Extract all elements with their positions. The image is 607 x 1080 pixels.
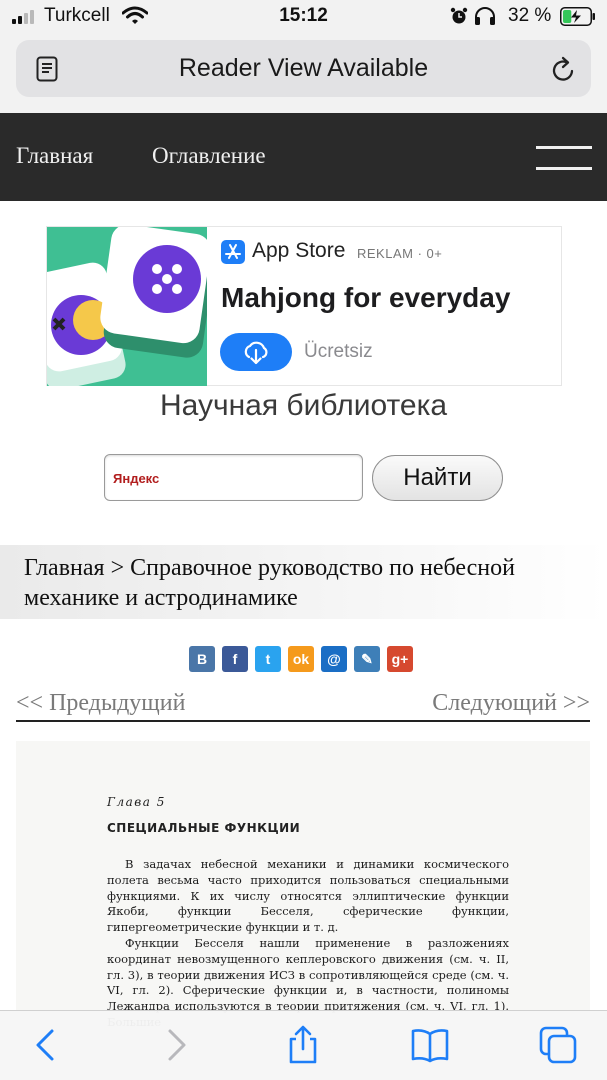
site-title: Научная библиотека [159, 389, 448, 422]
reload-icon[interactable] [551, 55, 577, 83]
ad-label: REKLAM · 0+ [357, 246, 443, 261]
headphones-icon [475, 7, 495, 25]
download-button[interactable] [220, 333, 292, 371]
scanned-book-page: Глава 5 СПЕЦИАЛЬНЫЕ ФУНКЦИИ В задачах не… [16, 741, 590, 1029]
facebook-icon[interactable]: f [222, 646, 248, 672]
bookmarks-icon[interactable] [410, 1025, 450, 1065]
breadcrumb: Главная > Справочное руководство по небе… [0, 545, 607, 619]
next-link[interactable]: Следующий >> [432, 690, 590, 717]
breadcrumb-text[interactable]: Главная > Справочное руководство по небе… [24, 553, 584, 613]
tabs-icon[interactable] [538, 1025, 578, 1065]
cloud-download-icon [244, 341, 268, 365]
ad-store-name: App Store [252, 239, 346, 262]
chapter-body: В задачах небесной механики и динамики к… [107, 857, 509, 1031]
paragraph: В задачах небесной механики и динамики к… [107, 857, 509, 935]
share-icon[interactable] [283, 1025, 323, 1065]
divider [16, 720, 590, 722]
battery-percent: 32 % [508, 5, 552, 26]
mailru-icon[interactable]: @ [321, 646, 347, 672]
chapter-label: Глава 5 [107, 795, 166, 809]
forward-icon[interactable] [156, 1025, 196, 1065]
yandex-logo-placeholder: Яндекс [113, 471, 160, 486]
hamburger-menu-icon[interactable] [536, 143, 592, 171]
status-bar: Turkcell 15:12 32 % [0, 0, 607, 34]
app-store-icon [221, 240, 245, 264]
ad-price: Ücretsiz [304, 341, 373, 362]
previous-link[interactable]: << Предыдущий [16, 690, 185, 717]
mahjong-game-artwork [47, 227, 207, 386]
search-button[interactable]: Найти [372, 455, 503, 501]
googleplus-icon[interactable]: g+ [387, 646, 413, 672]
address-bar[interactable]: Reader View Available [16, 40, 591, 97]
twitter-icon[interactable]: t [255, 646, 281, 672]
odnoklassniki-icon[interactable]: ok [288, 646, 314, 672]
livejournal-icon[interactable]: ✎ [354, 646, 380, 672]
battery-icon [560, 7, 595, 26]
nav-contents-link[interactable]: Оглавление [152, 143, 266, 169]
nav-home-link[interactable]: Главная [16, 143, 93, 169]
ad-app-title[interactable]: Mahjong for everyday [221, 282, 510, 314]
yandex-search-input[interactable]: Яндекс [104, 454, 363, 501]
site-navigation: Главная Оглавление [0, 113, 607, 201]
app-store-ad[interactable]: App Store REKLAM · 0+ Mahjong for everyd… [46, 226, 562, 386]
back-icon[interactable] [26, 1025, 66, 1065]
vk-icon[interactable]: B [189, 646, 215, 672]
reader-view-label[interactable]: Reader View Available [16, 54, 591, 83]
alarm-icon [450, 7, 468, 24]
safari-address-area: Reader View Available [0, 34, 607, 113]
safari-toolbar [0, 1010, 607, 1080]
chapter-heading: СПЕЦИАЛЬНЫЕ ФУНКЦИИ [107, 821, 301, 835]
